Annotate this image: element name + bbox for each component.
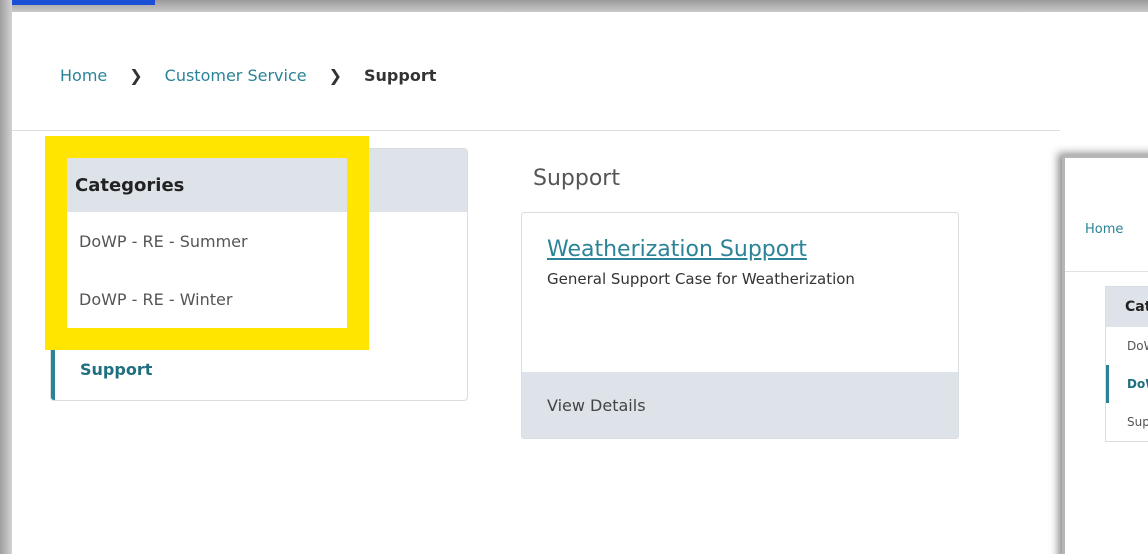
breadcrumb-current: Support [364, 65, 437, 85]
chevron-right-icon: ❯ [129, 65, 143, 85]
support-card-description: General Support Case for Weatherization [547, 270, 855, 288]
overlay-categories-panel: Cat DoW DoW Sup [1105, 286, 1148, 442]
overlapping-window: Home Cat DoW DoW Sup [1062, 155, 1148, 554]
chevron-right-icon: ❯ [328, 65, 342, 85]
screenshot-stage: Home ❯ Customer Service ❯ Support Catego… [0, 0, 1148, 554]
category-item-support[interactable]: Support [51, 338, 467, 400]
breadcrumb-customer-service[interactable]: Customer Service [165, 66, 307, 85]
support-section-title: Support [533, 166, 620, 191]
header-divider [12, 130, 1060, 131]
category-item-dowp-re-summer-zoomed[interactable]: DoWP - RE - Summer [67, 212, 347, 270]
overlay-categories-header: Cat [1106, 287, 1148, 327]
categories-header-zoomed: Categories [67, 158, 347, 212]
overlay-breadcrumb-home[interactable]: Home [1085, 222, 1123, 237]
view-details-button[interactable]: View Details [522, 372, 958, 438]
breadcrumb-home[interactable]: Home [60, 66, 107, 85]
overlay-category-item-active[interactable]: DoW [1106, 365, 1148, 403]
window-left-border [0, 0, 12, 554]
weatherization-support-link[interactable]: Weatherization Support [547, 237, 958, 262]
support-card: Weatherization Support General Support C… [521, 212, 959, 439]
overlay-header-divider [1065, 271, 1148, 272]
breadcrumb: Home ❯ Customer Service ❯ Support [60, 63, 436, 87]
window-top-border [0, 0, 1148, 12]
highlight-zoom-area: Categories DoWP - RE - Summer DoWP - RE … [67, 158, 347, 328]
overlay-category-item[interactable]: DoW [1106, 327, 1148, 365]
category-item-dowp-re-winter-zoomed[interactable]: DoWP - RE - Winter [67, 270, 347, 328]
window-tab-accent [0, 0, 155, 5]
overlay-category-item[interactable]: Sup [1106, 403, 1148, 441]
support-card-body: Weatherization Support General Support C… [522, 213, 958, 350]
